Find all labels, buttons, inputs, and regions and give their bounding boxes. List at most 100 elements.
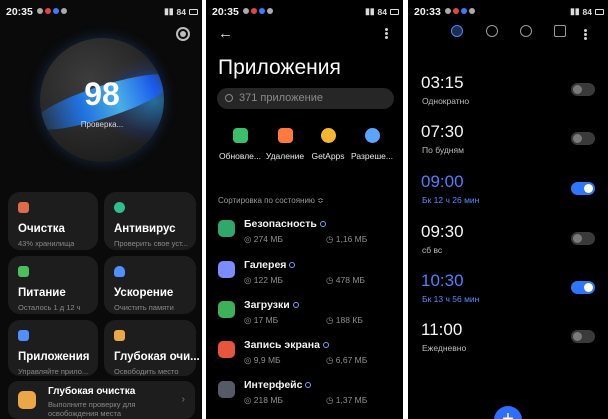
more-options-icon[interactable]	[385, 28, 388, 39]
interface-app-icon	[218, 381, 235, 398]
notification-icons	[37, 8, 67, 14]
app-size: ◎ 274 МБ	[244, 234, 283, 244]
card-subtitle: Выполните проверку для освобождения мест…	[48, 400, 136, 418]
alarm-item[interactable]: 11:00 Ежедневно	[408, 320, 608, 370]
battery-tile-icon	[18, 266, 29, 277]
alarm-time: 07:30	[421, 122, 464, 141]
clock-icon[interactable]	[486, 25, 498, 37]
data-size: ◷ 478 МБ	[326, 275, 365, 285]
tile-subtitle: 43% хранилища	[18, 239, 75, 248]
tile-subtitle: Управляйте прило...	[18, 367, 89, 376]
alarm-toggle[interactable]	[571, 330, 595, 343]
action-getapps[interactable]: GetApps	[303, 128, 353, 161]
add-alarm-button[interactable]: +	[494, 406, 522, 419]
card-title: Глубокая очистка	[48, 386, 136, 397]
tile-subtitle: Проверить свое уст...	[114, 239, 188, 248]
trash-icon	[277, 128, 293, 143]
app-name: Галерея	[244, 259, 287, 271]
sort-dropdown[interactable]: Сортировка по состоянию ≎	[218, 196, 324, 205]
timer-icon[interactable]	[554, 25, 566, 37]
alarm-item[interactable]: 03:15 Однократно	[408, 73, 608, 123]
list-item[interactable]: Запись экрана ◎ 9,9 МБ ◷ 6,67 МБ	[206, 337, 403, 377]
battery-icon	[189, 8, 198, 15]
app-notification-icon	[453, 8, 459, 14]
battery-level: 84	[377, 6, 387, 17]
broom-icon	[18, 202, 29, 213]
signal-icon: ▮▮	[570, 6, 580, 16]
alarm-toggle[interactable]	[571, 83, 595, 96]
status-bar: 20:33 ▮▮ 84	[408, 0, 608, 22]
app-notification-icon	[469, 8, 475, 14]
apps-icon	[18, 330, 29, 341]
app-name-row: Интерфейс	[244, 379, 312, 391]
tile-title: Питание	[18, 287, 66, 299]
stopwatch-icon[interactable]	[520, 25, 532, 37]
status-time: 20:35	[212, 6, 239, 18]
tile-antivirus[interactable]: Антивирус Проверить свое уст...	[104, 192, 196, 250]
security-score: 98	[84, 76, 120, 112]
search-icon	[225, 94, 233, 102]
alarm-time: 11:00	[421, 320, 463, 339]
tile-cleaner[interactable]: Очистка 43% хранилища	[8, 192, 98, 250]
alarm-item[interactable]: 09:00 Бк 12 ч 26 мин	[408, 172, 608, 222]
tile-boost[interactable]: Ускорение Очистить памяти	[104, 256, 196, 314]
data-size: ◷ 1,16 МБ	[326, 234, 368, 244]
status-bar: 20:35 ▮▮ 84	[206, 0, 403, 22]
alarm-icon[interactable]	[451, 25, 463, 37]
alarm-toggle[interactable]	[571, 232, 595, 245]
tile-deep-clean[interactable]: Глубокая очи... Освободить место	[104, 320, 200, 376]
alarm-item[interactable]: 09:30 сб вс	[408, 222, 608, 272]
app-size-value: 17 МБ	[253, 315, 279, 325]
alarm-item[interactable]: 10:30 Бк 13 ч 56 мин	[408, 271, 608, 321]
signal-icon: ▮▮	[365, 6, 375, 16]
list-item[interactable]: Галерея ◎ 122 МБ ◷ 478 МБ	[206, 257, 403, 297]
settings-gear-icon[interactable]	[176, 27, 190, 41]
deep-clean-card[interactable]: Глубокая очистка Выполните проверку для …	[8, 381, 195, 419]
clock-tabs	[408, 25, 608, 41]
app-name: Интерфейс	[244, 379, 303, 391]
alarm-toggle[interactable]	[571, 182, 595, 195]
apps-manager-screen: 20:35 ▮▮ 84 ← Приложения 371 приложение …	[206, 0, 403, 419]
security-score-sphere[interactable]: 98 Проверка...	[40, 38, 164, 162]
tile-battery[interactable]: Питание Осталось 1 д 12 ч	[8, 256, 98, 314]
search-input[interactable]: 371 приложение	[217, 88, 394, 109]
alarm-toggle[interactable]	[571, 132, 595, 145]
app-size-value: 122 МБ	[253, 275, 283, 285]
deep-clean-icon	[114, 330, 125, 341]
status-right: ▮▮ 84	[365, 6, 399, 17]
permissions-icon	[364, 128, 380, 143]
more-options-icon[interactable]	[584, 29, 587, 40]
action-permissions[interactable]: Разреше...	[347, 128, 397, 161]
notification-icons	[243, 8, 273, 14]
alarm-time: 10:30	[421, 271, 464, 290]
alarm-label: Бк 12 ч 26 мин	[422, 195, 480, 205]
rocket-icon	[114, 266, 125, 277]
tile-apps[interactable]: Приложения Управляйте прило...	[8, 320, 98, 376]
tile-subtitle: Осталось 1 д 12 ч	[18, 303, 81, 312]
update-badge-icon	[289, 262, 296, 268]
shield-icon	[114, 202, 125, 213]
back-arrow-icon[interactable]: ←	[218, 25, 233, 42]
action-update[interactable]: Обновле...	[215, 128, 265, 161]
action-label: Обновле...	[219, 151, 261, 161]
data-size: ◷ 188 КБ	[326, 315, 363, 325]
alarm-label: По будням	[422, 145, 464, 155]
update-badge-icon	[292, 302, 299, 308]
alarm-label: Бк 13 ч 56 мин	[422, 294, 480, 304]
app-size: ◎ 218 МБ	[244, 395, 283, 405]
downloads-app-icon	[218, 301, 235, 318]
list-item[interactable]: Загрузки ◎ 17 МБ ◷ 188 КБ	[206, 297, 403, 337]
alarm-status-icon	[243, 8, 249, 14]
battery-level: 84	[176, 6, 186, 17]
getapps-icon	[320, 128, 336, 143]
app-name-row: Безопасность	[244, 218, 326, 230]
update-badge-icon	[305, 382, 312, 388]
battery-level: 84	[582, 6, 592, 17]
data-size-value: 1,37 МБ	[335, 395, 368, 405]
alarm-item[interactable]: 07:30 По будням	[408, 122, 608, 172]
list-item[interactable]: Интерфейс ◎ 218 МБ ◷ 1,37 МБ	[206, 377, 403, 417]
signal-icon: ▮▮	[164, 6, 174, 16]
alarm-status-icon	[445, 8, 451, 14]
list-item[interactable]: Безопасность ◎ 274 МБ ◷ 1,16 МБ	[206, 216, 403, 256]
alarm-toggle[interactable]	[571, 281, 595, 294]
